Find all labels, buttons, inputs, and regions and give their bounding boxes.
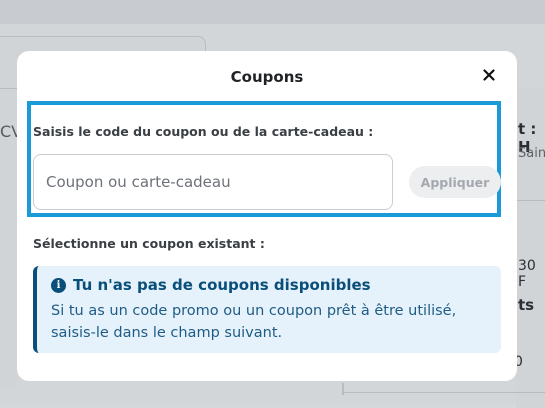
close-icon (483, 69, 495, 81)
info-title: Tu n'as pas de coupons disponibles (73, 276, 371, 294)
coupon-code-input[interactable] (33, 154, 393, 210)
background-divider (516, 200, 545, 201)
background-right-text: ts (518, 296, 535, 314)
background-divider (342, 392, 545, 393)
background-right-text: 30 F (518, 258, 536, 290)
background-header (0, 0, 545, 24)
apply-button[interactable]: Appliquer (409, 166, 501, 198)
close-button[interactable] (479, 65, 499, 85)
info-text: Si tu as un code promo ou un coupon prêt… (51, 303, 457, 341)
no-coupons-info-box: i Tu n'as pas de coupons disponibles Si … (33, 266, 501, 353)
background-divider (342, 383, 344, 395)
modal-title: Coupons (230, 68, 304, 86)
coupon-code-label: Saisis le code du coupon ou de la carte-… (33, 124, 374, 139)
coupons-modal: Coupons Saisis le code du coupon ou de l… (17, 51, 517, 381)
info-icon: i (51, 278, 66, 293)
existing-coupon-label: Sélectionne un coupon existant : (33, 236, 265, 251)
background-right-text: Sain (518, 146, 545, 161)
